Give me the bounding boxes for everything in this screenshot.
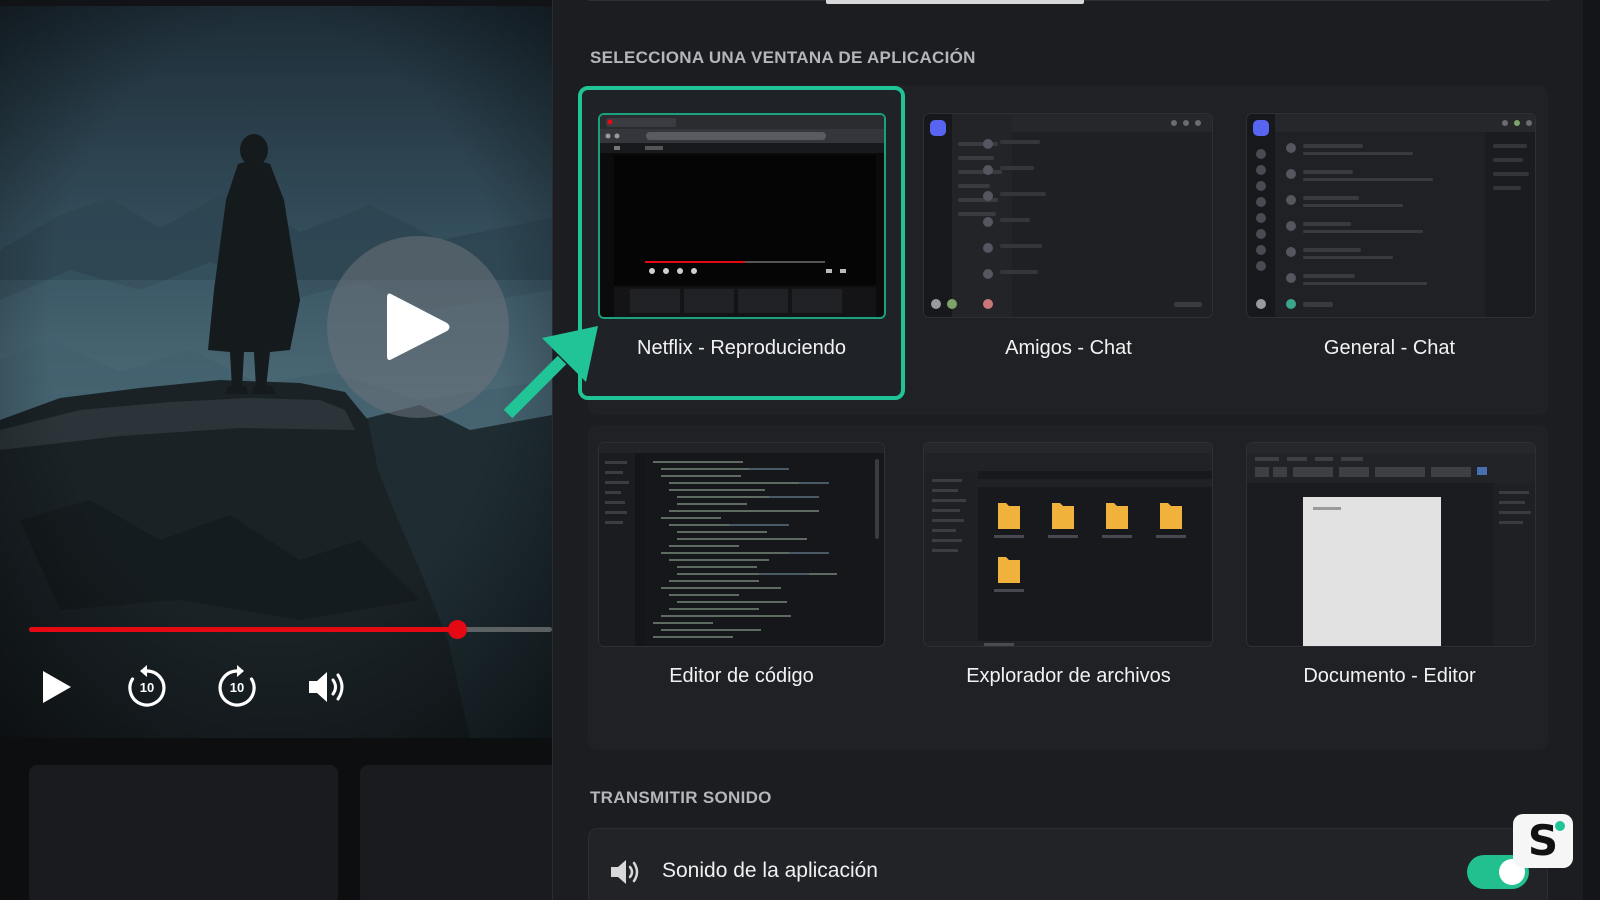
window-option-label: Amigos - Chat bbox=[1005, 337, 1132, 359]
skip-back-button[interactable]: 10 bbox=[124, 664, 170, 710]
window-option-file-explorer[interactable]: Explorador de archivos bbox=[905, 412, 1232, 722]
skip-forward-button[interactable]: 10 bbox=[214, 664, 260, 710]
code-editor-thumbnail-image bbox=[599, 443, 884, 646]
video-player[interactable]: 10 10 bbox=[0, 0, 552, 900]
content-row-card[interactable] bbox=[29, 765, 338, 900]
play-button[interactable] bbox=[33, 664, 79, 710]
skip-forward-seconds: 10 bbox=[229, 680, 245, 695]
app-sound-option-row[interactable]: Sonido de la aplicación bbox=[588, 828, 1548, 900]
volume-button[interactable] bbox=[305, 664, 351, 710]
content-row-card[interactable] bbox=[360, 765, 552, 900]
app-logo-letter: S bbox=[1527, 816, 1559, 865]
window-option-code-editor[interactable]: Editor de código bbox=[578, 412, 905, 722]
section-title-sound: TRANSMITIR SONIDO bbox=[590, 788, 772, 807]
window-option-label: Documento - Editor bbox=[1303, 665, 1476, 687]
panel-edge bbox=[1583, 0, 1600, 900]
window-option-label: Explorador de archivos bbox=[966, 665, 1171, 687]
progress-bar[interactable] bbox=[29, 620, 552, 639]
chat-app-thumbnail-image bbox=[1247, 114, 1535, 317]
window-thumbnail bbox=[598, 113, 886, 319]
document-editor-thumbnail-image bbox=[1247, 443, 1535, 646]
speaker-icon bbox=[611, 860, 639, 884]
section-title-windows: SELECCIONA UNA VENTANA DE APLICACIÓN bbox=[590, 48, 976, 67]
window-option-label: Editor de código bbox=[669, 665, 814, 687]
file-explorer-thumbnail-image bbox=[924, 443, 1212, 646]
window-option-label: General - Chat bbox=[1323, 337, 1456, 359]
play-icon bbox=[387, 293, 450, 360]
window-option-label: Netflix - Reproduciendo bbox=[637, 337, 846, 359]
selection-arrow-icon bbox=[503, 326, 598, 419]
active-tab-indicator bbox=[826, 0, 1084, 4]
app-logo-badge: S bbox=[1513, 814, 1573, 868]
player-top-bar bbox=[0, 0, 552, 6]
app-sound-label: Sonido de la aplicación bbox=[662, 859, 878, 882]
window-thumbnail bbox=[1246, 442, 1536, 647]
browser-thumbnail-image bbox=[600, 115, 884, 317]
progress-fill bbox=[29, 627, 457, 632]
window-thumbnail bbox=[923, 442, 1213, 647]
window-thumbnail bbox=[1246, 113, 1536, 318]
volume-icon bbox=[309, 672, 344, 702]
chat-app-thumbnail-image bbox=[924, 114, 1212, 317]
window-option-general-chat[interactable]: General - Chat bbox=[1226, 86, 1553, 400]
progress-scrubber-handle[interactable] bbox=[447, 620, 467, 639]
window-option-document-editor[interactable]: Documento - Editor bbox=[1226, 412, 1553, 722]
big-play-button[interactable] bbox=[327, 236, 509, 418]
app-logo-dot bbox=[1555, 821, 1565, 831]
window-thumbnail bbox=[598, 442, 885, 647]
window-option-netflix[interactable]: Netflix - Reproduciendo bbox=[578, 86, 905, 400]
window-thumbnail bbox=[923, 113, 1213, 318]
play-icon bbox=[43, 671, 71, 703]
skip-back-seconds: 10 bbox=[139, 680, 155, 695]
window-option-amigos-chat[interactable]: Amigos - Chat bbox=[905, 86, 1232, 400]
